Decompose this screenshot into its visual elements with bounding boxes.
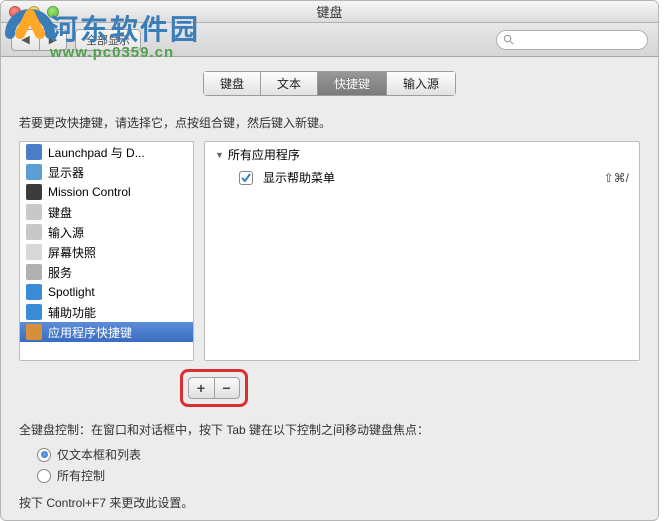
shortcut-row[interactable]: 显示帮助菜单 ⇧⌘/ [205, 167, 639, 188]
launchpad-icon [26, 144, 42, 160]
footer-hint: 按下 Control+F7 来更改此设置。 [19, 494, 640, 511]
search-icon [503, 34, 514, 45]
full-keyboard-hint: 全键盘控制：在窗口和对话框中，按下 Tab 键在以下控制之间移动键盘焦点： [19, 421, 640, 438]
category-label: Spotlight [48, 285, 95, 299]
category-label: 键盘 [48, 204, 72, 221]
disclosure-triangle-icon[interactable]: ▼ [215, 150, 224, 160]
screenshot-icon [26, 244, 42, 260]
services-icon [26, 264, 42, 280]
keyboard-icon [26, 204, 42, 220]
category-label: 服务 [48, 264, 72, 281]
group-all-apps: 所有应用程序 [228, 146, 300, 163]
shortcuts-list[interactable]: ▼ 所有应用程序 显示帮助菜单 ⇧⌘/ [204, 141, 640, 361]
tab-1[interactable]: 文本 [260, 71, 317, 96]
preferences-window: 键盘 ◀ ▶ 全部显示 键盘文本快捷键输入源 若要更改快捷键，请选择它，点按组合… [0, 0, 659, 521]
category-label: Launchpad 与 D... [48, 144, 145, 161]
add-button[interactable]: + [188, 377, 214, 399]
category-spotlight[interactable]: Spotlight [20, 282, 193, 302]
remove-button[interactable]: − [214, 377, 240, 399]
accessibility-icon [26, 304, 42, 320]
radio-text-only[interactable]: 仅文本框和列表 [37, 446, 640, 463]
mission-icon [26, 184, 42, 200]
category-input[interactable]: 输入源 [20, 222, 193, 242]
shortcut-label: 显示帮助菜单 [263, 169, 335, 186]
appstore-icon [26, 324, 42, 340]
categories-list[interactable]: Launchpad 与 D... 显示器 Mission Control 键盘输入源屏… [19, 141, 194, 361]
instruction-text: 若要更改快捷键，请选择它，点按组合键，然后键入新键。 [19, 114, 640, 131]
tab-2[interactable]: 快捷键 [317, 71, 386, 96]
category-label: 输入源 [48, 224, 84, 241]
watermark-url: www.pc0359.cn [50, 44, 174, 61]
category-services[interactable]: 服务 [20, 262, 193, 282]
category-appstore[interactable]: 应用程序快捷键 [20, 322, 193, 342]
category-label: 应用程序快捷键 [48, 324, 132, 341]
highlighted-add-remove: + − [180, 369, 248, 407]
category-launchpad[interactable]: Launchpad 与 D... [20, 142, 193, 162]
category-keyboard[interactable]: 键盘 [20, 202, 193, 222]
shortcut-keys: ⇧⌘/ [604, 171, 629, 185]
tab-3[interactable]: 输入源 [386, 71, 456, 96]
radio-all-controls[interactable]: 所有控制 [37, 467, 640, 484]
category-display[interactable]: 显示器 [20, 162, 193, 182]
tab-0[interactable]: 键盘 [203, 71, 260, 96]
display-icon [26, 164, 42, 180]
spotlight-icon [26, 284, 42, 300]
radio-icon [37, 469, 51, 483]
category-screenshot[interactable]: 屏幕快照 [20, 242, 193, 262]
category-mission[interactable]: Mission Control [20, 182, 193, 202]
watermark-title: 河东软件园 [50, 8, 200, 48]
category-accessibility[interactable]: 辅助功能 [20, 302, 193, 322]
input-icon [26, 224, 42, 240]
search-input[interactable] [496, 30, 648, 50]
radio-icon [37, 448, 51, 462]
checkbox[interactable] [239, 171, 253, 185]
category-label: 屏幕快照 [48, 244, 96, 261]
category-label: 显示器 [48, 164, 84, 181]
category-label: 辅助功能 [48, 304, 96, 321]
category-label: Mission Control [48, 185, 131, 199]
